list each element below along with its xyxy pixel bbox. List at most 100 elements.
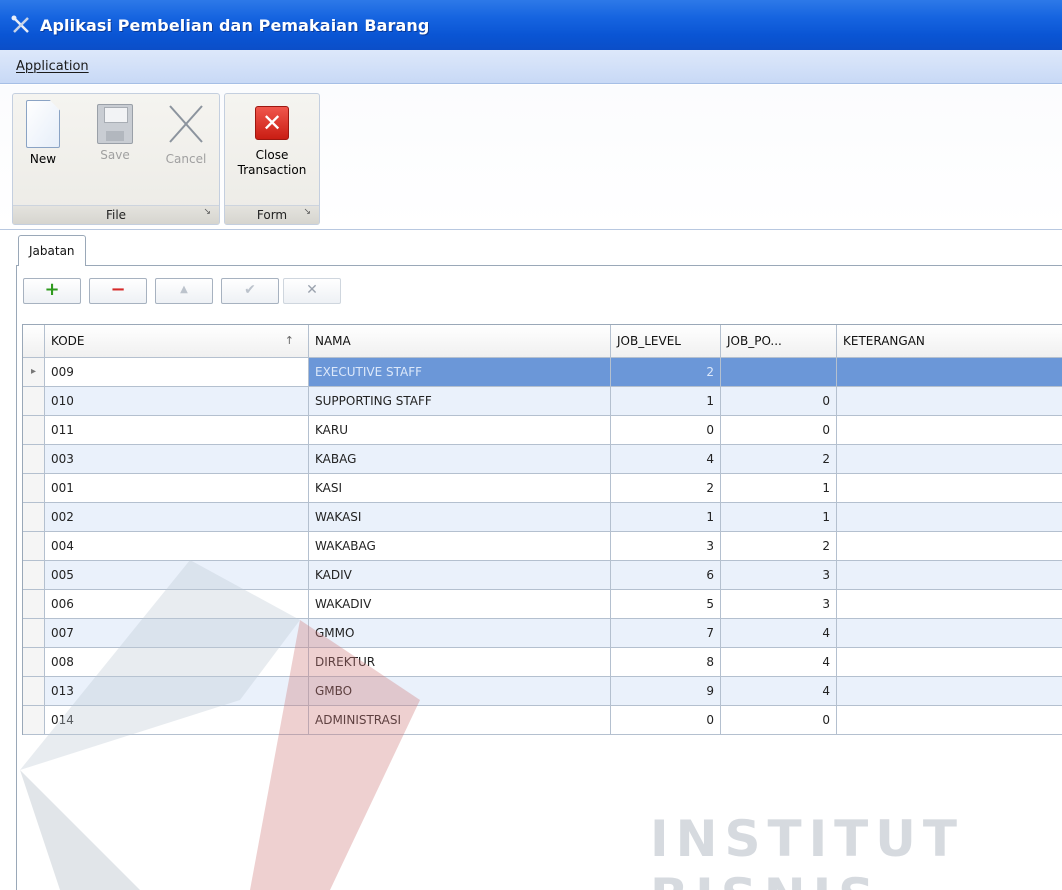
cell-nama[interactable]: WAKASI (309, 503, 611, 531)
table-row[interactable]: 006 WAKADIV 5 3 (23, 590, 1062, 619)
cell-job-level[interactable]: 8 (611, 648, 721, 676)
cell-keterangan[interactable] (837, 677, 1062, 705)
cell-kode[interactable]: 001 (45, 474, 309, 502)
cell-keterangan[interactable] (837, 416, 1062, 444)
cell-keterangan[interactable] (837, 648, 1062, 676)
append-record-button[interactable]: + (23, 278, 81, 304)
cell-job-level[interactable]: 2 (611, 358, 721, 386)
cell-keterangan[interactable] (837, 503, 1062, 531)
dialog-launcher-icon[interactable]: ↘ (203, 203, 211, 221)
cell-nama[interactable]: WAKADIV (309, 590, 611, 618)
cell-kode[interactable]: 005 (45, 561, 309, 589)
cell-job-position[interactable] (721, 358, 837, 386)
table-row[interactable]: 008 DIREKTUR 8 4 (23, 648, 1062, 677)
cell-job-level[interactable]: 7 (611, 619, 721, 647)
cell-keterangan[interactable] (837, 387, 1062, 415)
table-row[interactable]: 002 WAKASI 1 1 (23, 503, 1062, 532)
dialog-launcher-icon[interactable]: ↘ (303, 203, 311, 221)
edit-record-button[interactable]: ▲ (155, 278, 213, 304)
table-row[interactable]: ▸ 009 EXECUTIVE STAFF 2 (23, 358, 1062, 387)
cell-job-level[interactable]: 1 (611, 387, 721, 415)
cell-nama[interactable]: DIREKTUR (309, 648, 611, 676)
column-header-nama[interactable]: NAMA (309, 325, 611, 357)
cell-job-level[interactable]: 5 (611, 590, 721, 618)
cell-keterangan[interactable] (837, 358, 1062, 386)
cell-kode[interactable]: 008 (45, 648, 309, 676)
cell-job-position[interactable]: 1 (721, 503, 837, 531)
table-row[interactable]: 007 GMMO 7 4 (23, 619, 1062, 648)
cell-nama[interactable]: KASI (309, 474, 611, 502)
cell-job-position[interactable]: 4 (721, 677, 837, 705)
cell-keterangan[interactable] (837, 590, 1062, 618)
cell-job-position[interactable]: 3 (721, 590, 837, 618)
table-row[interactable]: 014 ADMINISTRASI 0 0 (23, 706, 1062, 735)
cell-nama[interactable]: SUPPORTING STAFF (309, 387, 611, 415)
column-header-job-position[interactable]: JOB_PO... (721, 325, 837, 357)
cell-job-level[interactable]: 0 (611, 416, 721, 444)
cell-nama[interactable]: KARU (309, 416, 611, 444)
cell-job-position[interactable]: 4 (721, 619, 837, 647)
cell-job-position[interactable]: 3 (721, 561, 837, 589)
cell-nama[interactable]: EXECUTIVE STAFF (309, 358, 611, 386)
column-header-keterangan[interactable]: KETERANGAN (837, 325, 1062, 357)
table-row[interactable]: 001 KASI 2 1 (23, 474, 1062, 503)
column-header-job-level[interactable]: JOB_LEVEL (611, 325, 721, 357)
cell-keterangan[interactable] (837, 474, 1062, 502)
cell-kode[interactable]: 002 (45, 503, 309, 531)
table-row[interactable]: 013 GMBO 9 4 (23, 677, 1062, 706)
column-header-kode[interactable]: KODE ↑ (45, 325, 309, 357)
close-transaction-button[interactable]: ✕ Close Transaction (229, 100, 315, 178)
cancel-button[interactable]: Cancel (159, 100, 213, 167)
cell-kode[interactable]: 014 (45, 706, 309, 734)
table-row[interactable]: 005 KADIV 6 3 (23, 561, 1062, 590)
cell-job-level[interactable]: 6 (611, 561, 721, 589)
cell-job-position[interactable]: 0 (721, 416, 837, 444)
cell-nama[interactable]: GMBO (309, 677, 611, 705)
menu-bar: Application (0, 50, 1062, 84)
cell-job-position[interactable]: 0 (721, 387, 837, 415)
cell-job-level[interactable]: 4 (611, 445, 721, 473)
cell-job-level[interactable]: 9 (611, 677, 721, 705)
cell-kode[interactable]: 011 (45, 416, 309, 444)
cell-nama[interactable]: KABAG (309, 445, 611, 473)
cell-job-position[interactable]: 2 (721, 532, 837, 560)
cell-job-position[interactable]: 1 (721, 474, 837, 502)
cell-kode[interactable]: 010 (45, 387, 309, 415)
cell-job-position[interactable]: 4 (721, 648, 837, 676)
cell-job-level[interactable]: 0 (611, 706, 721, 734)
cell-nama[interactable]: KADIV (309, 561, 611, 589)
table-row[interactable]: 011 KARU 0 0 (23, 416, 1062, 445)
cell-job-level[interactable]: 3 (611, 532, 721, 560)
cell-job-position[interactable]: 0 (721, 706, 837, 734)
cell-kode[interactable]: 009 (45, 358, 309, 386)
menu-application[interactable]: Application (16, 59, 89, 74)
row-indicator (23, 474, 45, 502)
table-row[interactable]: 003 KABAG 4 2 (23, 445, 1062, 474)
cancel-record-button[interactable]: ✕ (283, 278, 341, 304)
window-titlebar[interactable]: Aplikasi Pembelian dan Pemakaian Barang (0, 0, 1062, 50)
cell-keterangan[interactable] (837, 445, 1062, 473)
cell-keterangan[interactable] (837, 706, 1062, 734)
cell-keterangan[interactable] (837, 532, 1062, 560)
cell-kode[interactable]: 003 (45, 445, 309, 473)
cell-job-position[interactable]: 2 (721, 445, 837, 473)
tab-jabatan[interactable]: Jabatan (18, 235, 86, 267)
cell-nama[interactable]: ADMINISTRASI (309, 706, 611, 734)
table-row[interactable]: 004 WAKABAG 3 2 (23, 532, 1062, 561)
cell-kode[interactable]: 004 (45, 532, 309, 560)
new-button[interactable]: New (21, 100, 65, 167)
cell-kode[interactable]: 013 (45, 677, 309, 705)
cell-job-level[interactable]: 2 (611, 474, 721, 502)
delete-record-button[interactable]: − (89, 278, 147, 304)
cell-keterangan[interactable] (837, 619, 1062, 647)
table-row[interactable]: 010 SUPPORTING STAFF 1 0 (23, 387, 1062, 416)
cell-nama[interactable]: GMMO (309, 619, 611, 647)
ribbon-group-form: ✕ Close Transaction Form ↘ (224, 93, 320, 225)
cell-kode[interactable]: 006 (45, 590, 309, 618)
post-record-button[interactable]: ✔ (221, 278, 279, 304)
cell-keterangan[interactable] (837, 561, 1062, 589)
cell-job-level[interactable]: 1 (611, 503, 721, 531)
cell-kode[interactable]: 007 (45, 619, 309, 647)
cell-nama[interactable]: WAKABAG (309, 532, 611, 560)
save-button[interactable]: Save (93, 100, 137, 163)
